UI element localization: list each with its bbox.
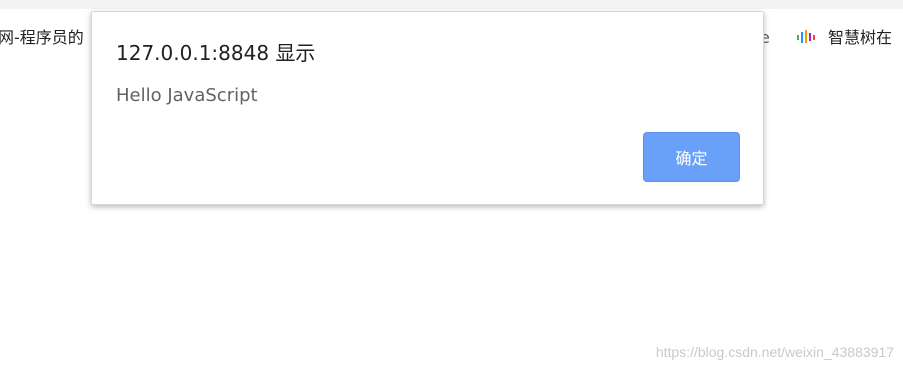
bookmark-item-csdn[interactable]: 网-程序员的 [0, 28, 84, 48]
watermark: https://blog.csdn.net/weixin_43883917 [655, 344, 894, 360]
bookmark-item-zhihuishu[interactable]: 智慧树在 [796, 28, 892, 48]
alert-dialog: 127.0.0.1:8848 显示 Hello JavaScript 确定 [91, 11, 764, 205]
bookmark-item-label: 智慧树在 [828, 28, 893, 47]
dialog-message: Hello JavaScript [116, 85, 258, 106]
browser-tab-strip [0, 0, 903, 9]
sound-bars-icon [797, 29, 815, 43]
ok-button[interactable]: 确定 [643, 132, 740, 182]
dialog-title: 127.0.0.1:8848 显示 [116, 41, 316, 65]
